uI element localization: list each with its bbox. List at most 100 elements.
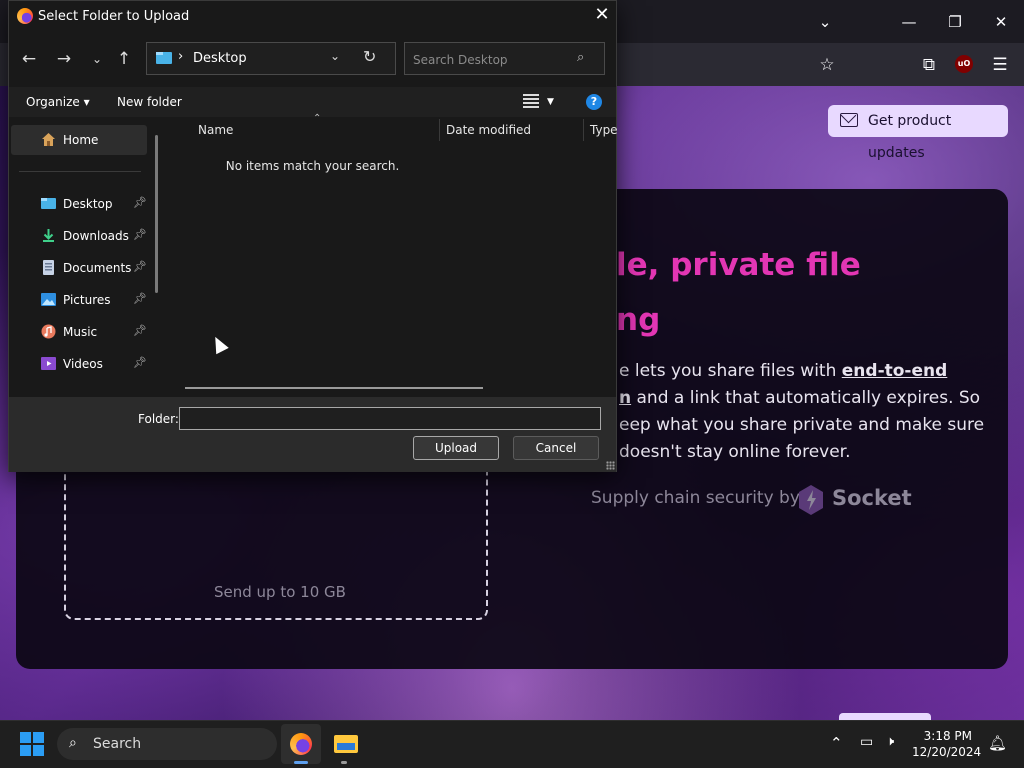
close-window-icon[interactable]: ✕ (989, 10, 1013, 34)
clock-time: 3:18 PM (923, 729, 972, 743)
notification-bell-icon[interactable]: 🔔︎ (988, 734, 1007, 752)
videos-icon (41, 357, 56, 370)
extensions-icon[interactable]: ⧉ (917, 53, 941, 77)
sidebar-item-label: Videos (63, 357, 103, 371)
active-app-indicator (294, 761, 308, 764)
upload-button[interactable]: Upload (413, 436, 499, 460)
firefox-icon (290, 733, 312, 755)
view-options-icon[interactable] (523, 94, 539, 108)
new-folder-button[interactable]: New folder (117, 95, 182, 109)
sidebar-item-label: Music (63, 325, 98, 339)
headline-line-2: ng (616, 302, 661, 338)
ublock-extension-icon[interactable]: uO (955, 55, 973, 73)
get-product-updates-button[interactable]: Get product updates (828, 105, 1008, 161)
sidebar-item-downloads[interactable]: Downloads 📌︎ (11, 221, 147, 251)
sidebar-item-label: Pictures (63, 293, 111, 307)
empty-results-message: No items match your search. (225, 159, 400, 173)
description-line-2: n and a link that automatically expires.… (619, 385, 999, 412)
back-arrow-icon[interactable]: ← (17, 47, 41, 71)
forward-arrow-icon[interactable]: → (52, 47, 76, 71)
sidebar-item-videos[interactable]: Videos 📌︎ (11, 349, 147, 379)
list-all-tabs-icon[interactable]: ⌄ (813, 10, 837, 34)
network-icon[interactable]: ▭ (860, 734, 873, 750)
cancel-button[interactable]: Cancel (513, 436, 599, 460)
pin-icon[interactable]: 📌︎ (133, 356, 147, 369)
pin-icon[interactable]: 📌︎ (133, 196, 147, 209)
windows-start-icon[interactable] (20, 732, 44, 756)
sidebar-item-home[interactable]: Home (11, 125, 147, 155)
folder-label: Folder: (138, 412, 179, 426)
running-app-indicator (341, 761, 347, 764)
file-explorer-icon (334, 735, 358, 753)
column-divider[interactable] (583, 119, 584, 141)
address-bar[interactable]: › Desktop ⌄ ↻ (146, 42, 396, 75)
sidebar-item-pictures[interactable]: Pictures 📌︎ (11, 285, 147, 315)
taskbar-search-label: Search (93, 736, 142, 752)
socket-brand[interactable]: Socket (832, 486, 912, 510)
sidebar-item-documents[interactable]: Documents 📌︎ (11, 253, 147, 283)
column-divider[interactable] (439, 119, 440, 141)
folder-name-input[interactable] (179, 407, 601, 430)
sort-ascending-icon: ⌃ (313, 113, 322, 124)
upload-limit-text: Send up to 10 GB (214, 583, 346, 601)
description-line-1: e lets you share files with end-to-end (619, 358, 999, 385)
view-dropdown-chevron-icon[interactable]: ▼ (547, 97, 554, 107)
sidebar-item-desktop[interactable]: Desktop 📌︎ (11, 189, 147, 219)
volume-muted-icon[interactable]: 🕨︎ (886, 734, 894, 749)
socket-logo-icon[interactable] (798, 484, 824, 516)
desktop-folder-icon (156, 52, 172, 64)
dialog-title: Select Folder to Upload (38, 9, 190, 24)
resize-grip[interactable] (606, 461, 615, 470)
e2e-link[interactable]: end-to-end (842, 361, 948, 381)
address-path[interactable]: Desktop (193, 51, 247, 66)
home-icon (42, 133, 55, 146)
menu-icon[interactable]: ☰ (988, 53, 1012, 77)
sidebar-item-label: Desktop (63, 197, 113, 211)
encryption-link[interactable]: n (619, 388, 631, 408)
horizontal-scrollbar[interactable] (185, 387, 483, 389)
supply-chain-text: Supply chain security by (591, 488, 800, 508)
description-text: and a link that automatically expires. S… (631, 388, 981, 408)
firefox-icon (17, 8, 33, 24)
column-header-date-modified[interactable]: Date modified (446, 123, 531, 137)
organize-button[interactable]: Organize ▾ (26, 95, 90, 109)
column-header-type[interactable]: Type (590, 123, 618, 137)
pin-icon[interactable]: 📌︎ (133, 260, 147, 273)
music-icon (41, 324, 56, 339)
clock-date: 12/20/2024 (912, 745, 982, 759)
description-text: e lets you share files with (619, 361, 842, 381)
pin-icon[interactable]: 📌︎ (133, 324, 147, 337)
chevron-down-icon[interactable]: ⌄ (330, 49, 340, 63)
mail-icon (840, 113, 858, 127)
bookmark-star-icon[interactable]: ☆ (815, 53, 839, 77)
headline-line-1: le, private file (616, 247, 861, 283)
folder-picker-dialog: Select Folder to Upload ✕ ← → ⌄ ↑ › Desk… (8, 0, 618, 472)
sidebar-item-music[interactable]: Music 📌︎ (11, 317, 147, 347)
system-clock[interactable]: 3:18 PM 12/20/2024 (912, 728, 982, 760)
chevron-right-icon[interactable]: › (178, 49, 183, 64)
description-line-3: eep what you share private and make sure (619, 415, 985, 435)
search-icon: ⌕ (69, 735, 77, 751)
search-icon[interactable]: ⌕ (577, 50, 584, 65)
restore-icon[interactable]: ❐ (943, 10, 967, 34)
taskbar-search[interactable]: ⌕ Search (57, 728, 277, 760)
pin-icon[interactable]: 📌︎ (133, 228, 147, 241)
pictures-icon (41, 293, 56, 306)
sidebar-item-label: Downloads (63, 229, 129, 243)
recent-locations-chevron-icon[interactable]: ⌄ (85, 47, 109, 71)
search-box[interactable]: ⌕ (404, 42, 605, 75)
help-icon[interactable]: ? (586, 94, 602, 110)
download-icon (43, 229, 54, 242)
sidebar-item-label: Home (63, 133, 99, 147)
taskbar-firefox[interactable] (281, 724, 321, 764)
taskbar-file-explorer[interactable] (325, 724, 365, 764)
pin-icon[interactable]: 📌︎ (133, 292, 147, 305)
minimize-icon[interactable]: — (897, 10, 921, 34)
up-arrow-icon[interactable]: ↑ (112, 47, 136, 71)
column-header-name[interactable]: Name (198, 123, 233, 137)
close-icon[interactable]: ✕ (592, 5, 612, 25)
search-input[interactable] (411, 49, 575, 71)
refresh-icon[interactable]: ↻ (363, 47, 376, 66)
sidebar-item-label: Documents (63, 261, 132, 275)
show-hidden-icons-chevron-icon[interactable]: ⌃ (830, 734, 843, 752)
